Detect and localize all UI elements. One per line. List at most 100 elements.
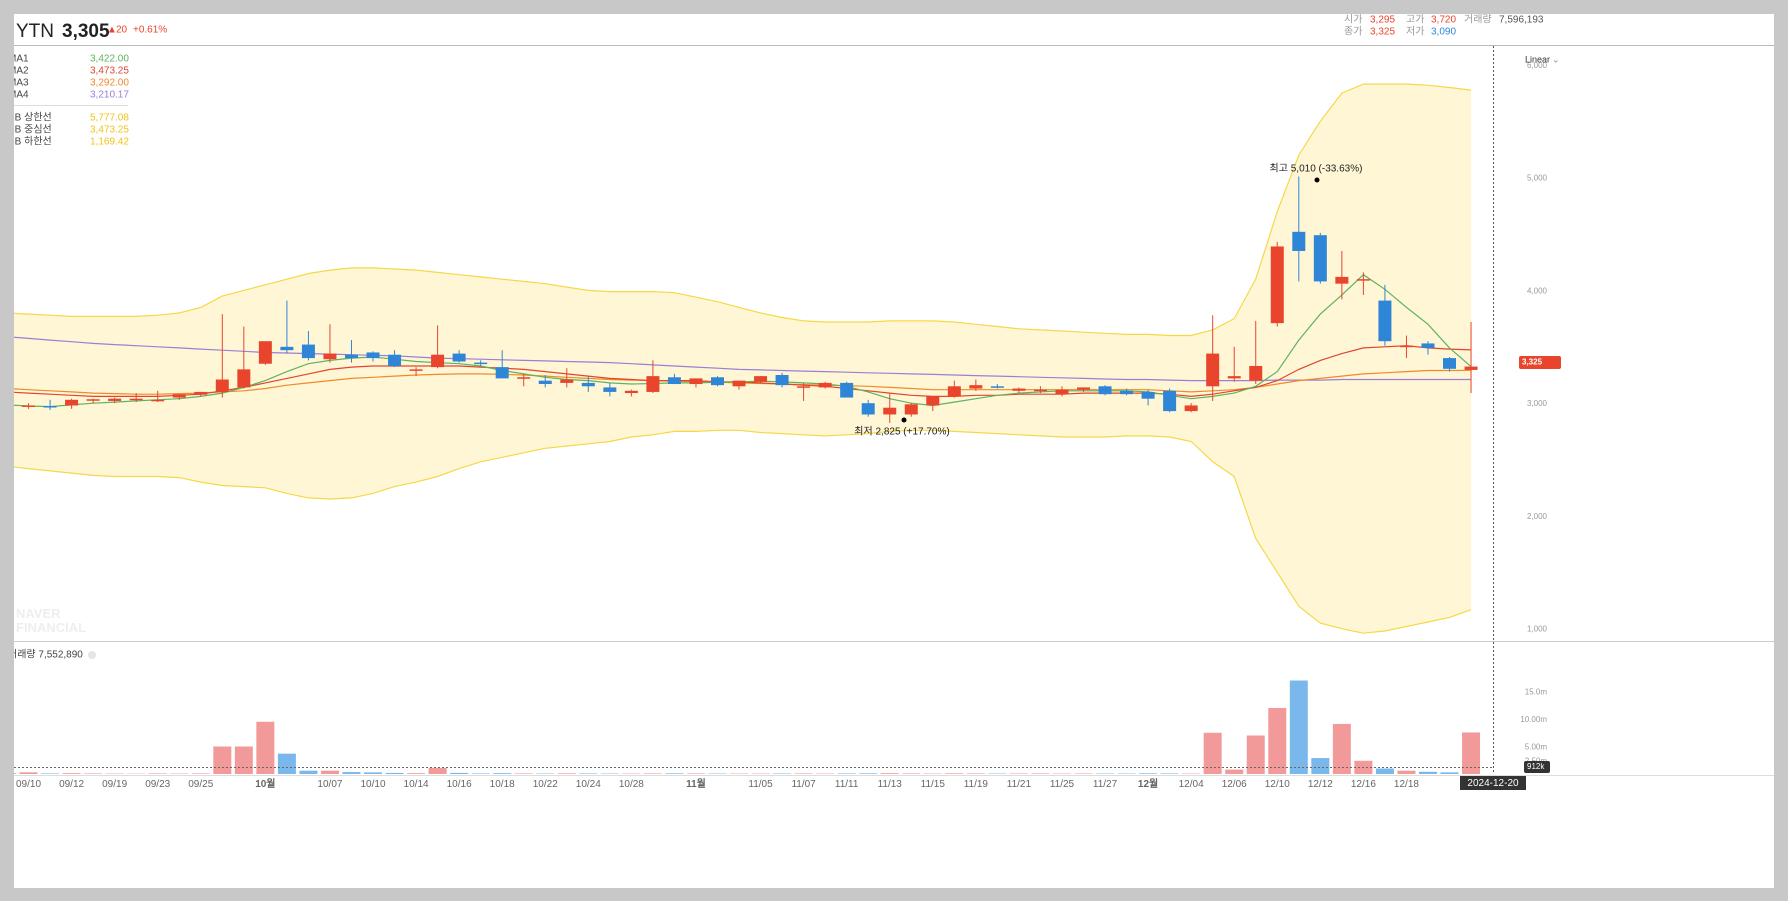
volume-bar — [450, 772, 469, 774]
volume-bar — [514, 773, 533, 774]
volume-bar — [320, 770, 339, 774]
stock-chart: YTN 3,305 ▲ 20 +0.61% 시가 3,295 고가 3,720 … — [14, 14, 1774, 790]
legend-ma2-name: MA2 — [14, 66, 29, 77]
candle-body — [323, 353, 337, 360]
candle-body — [732, 380, 746, 387]
high-value: 3,720 — [1431, 14, 1456, 25]
volume-bar — [837, 773, 856, 774]
volume-bar — [234, 746, 253, 774]
current-price-tag: 3,325 — [1519, 356, 1561, 369]
candle-body — [495, 367, 509, 379]
price-tick-label: 4,000 — [1527, 286, 1548, 295]
volume-bar — [1160, 773, 1179, 774]
candle-body — [861, 403, 875, 415]
legend-ma4-value: 3,210.17 — [90, 90, 129, 101]
candle-body — [883, 407, 897, 415]
date-crosshair-tag: 2024-12-20 — [1460, 776, 1526, 790]
indicator-legend: MA1 3,422.00 MA2 3,473.25 MA3 3,292.00 M… — [14, 54, 129, 148]
price-tick-label: 5,000 — [1527, 174, 1548, 183]
close-value: 3,325 — [1370, 26, 1395, 37]
date-tick-label: 10/10 — [360, 779, 385, 790]
bb-fill — [14, 84, 1471, 634]
volume-bar — [62, 773, 81, 774]
candle-body — [775, 375, 789, 386]
candle-body — [818, 382, 832, 388]
candle-body — [1098, 386, 1112, 395]
candle-body — [388, 354, 402, 366]
date-tick-label: 12/04 — [1179, 779, 1204, 790]
volume-bar — [880, 773, 899, 774]
low-marker — [901, 417, 907, 423]
volume-bar — [471, 773, 490, 774]
volume-bar — [407, 773, 426, 774]
date-tick-label: 11/05 — [748, 779, 773, 790]
scale-chevron-down-icon[interactable]: ⌄ — [1552, 54, 1560, 64]
candle-body — [840, 382, 854, 398]
candle-body — [129, 398, 143, 401]
symbol-name: YTN — [16, 21, 54, 42]
volume-bar — [385, 772, 404, 774]
candle-body — [1313, 235, 1327, 282]
date-tick-label: 11/25 — [1050, 779, 1075, 790]
volume-tick-label: 5.00m — [1525, 743, 1548, 752]
legend-bb-lower-value: 1,169.42 — [90, 137, 129, 148]
volume-settings-icon[interactable] — [88, 651, 96, 659]
date-tick-label: 10/07 — [317, 779, 342, 790]
candle-body — [969, 385, 983, 389]
candle-body — [1399, 345, 1413, 348]
volume-bar — [643, 773, 662, 774]
volume-bar — [1311, 758, 1330, 774]
current-price-tag-text: 3,325 — [1522, 358, 1543, 367]
date-tick-label: 10월 — [255, 778, 275, 790]
candle-body — [689, 378, 703, 385]
date-tick-label: 11/11 — [835, 779, 859, 790]
volume-bar — [665, 773, 684, 774]
candle-body — [1421, 343, 1435, 348]
chart-frame: YTN 3,305 ▲ 20 +0.61% 시가 3,295 고가 3,720 … — [14, 14, 1774, 888]
low-annotation-text: 최저 2,825 (+17.70%) — [854, 426, 949, 438]
candle-body — [452, 353, 466, 362]
candle-body — [710, 377, 724, 386]
date-tick-label: 11/07 — [791, 779, 816, 790]
date-tick-label: 09/12 — [59, 779, 84, 790]
volume-crosshair-tag-text: 912k — [1527, 762, 1545, 771]
volume-bar — [557, 773, 576, 774]
candle-body — [990, 386, 1004, 388]
scale-toggle[interactable]: Linear — [1525, 54, 1550, 64]
volume-bar — [1440, 772, 1459, 774]
candle-body — [1249, 365, 1263, 381]
price-change-pct: +0.61% — [133, 24, 167, 35]
candle-body — [366, 352, 380, 359]
high-annotation-text: 최고 5,010 (-33.63%) — [1270, 163, 1363, 175]
volume-bar — [277, 753, 296, 774]
candle-body — [1033, 389, 1047, 392]
watermark-line1: NAVER — [16, 606, 61, 621]
volume-bar — [1268, 708, 1287, 774]
candle-body — [237, 369, 251, 388]
date-tick-label: 12월 — [1138, 778, 1158, 790]
candle-body — [22, 405, 36, 407]
legend-ma3-name: MA3 — [14, 78, 29, 89]
close-label: 종가 — [1344, 25, 1362, 37]
volume-tick-label: 15.0m — [1525, 688, 1548, 697]
open-value: 3,295 — [1370, 14, 1395, 25]
current-price: 3,305 — [62, 21, 110, 42]
candle-body — [43, 406, 57, 408]
candle-body — [560, 379, 574, 383]
date-tick-label: 09/25 — [188, 779, 213, 790]
volume-crosshair-tag: 912k — [1524, 761, 1550, 773]
date-tick-label: 09/10 — [16, 779, 41, 790]
legend-ma1-value: 3,422.00 — [90, 54, 129, 65]
candle-body — [1335, 276, 1349, 284]
volume-pane-title: 거래량 7,552,890 — [14, 649, 83, 661]
candle-body — [797, 386, 811, 388]
date-tick-label: 10/24 — [576, 779, 601, 790]
candle-body — [1012, 388, 1026, 391]
date-tick-label: 09/19 — [102, 779, 127, 790]
candle-body — [1206, 353, 1220, 387]
volume-bar — [342, 772, 361, 774]
volume-bar — [1031, 773, 1050, 774]
legend-bb-middle-name: BB 중심선 — [14, 124, 52, 136]
date-tick-label: 10/18 — [490, 779, 515, 790]
volume-tick-label: 10.00m — [1520, 715, 1547, 724]
